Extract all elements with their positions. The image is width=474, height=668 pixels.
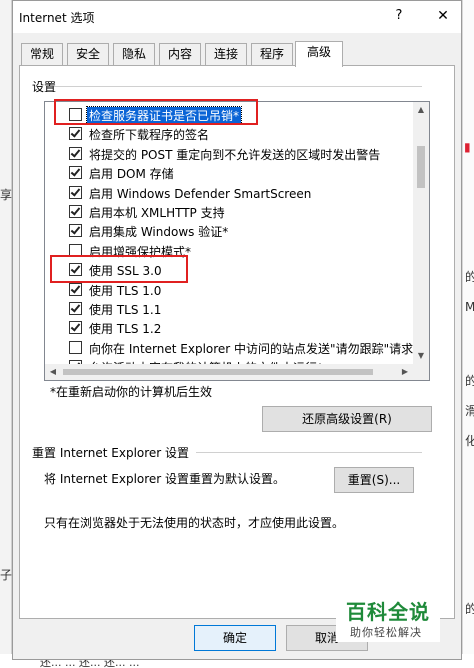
- checkbox-checked-icon[interactable]: [69, 205, 82, 218]
- setting-label: 启用 DOM 存储: [89, 167, 174, 182]
- setting-row[interactable]: 向你在 Internet Explorer 中访问的站点发送"请勿跟踪"请求*: [65, 338, 419, 357]
- setting-label: 启用集成 Windows 验证*: [89, 225, 229, 240]
- scrollbar-corner: [413, 364, 429, 380]
- horizontal-scroll-thumb[interactable]: [63, 369, 373, 375]
- checkbox-unchecked-icon[interactable]: [69, 243, 82, 257]
- setting-row[interactable]: 启用本机 XMLHTTP 支持: [65, 202, 405, 221]
- setting-row[interactable]: 将提交的 POST 重定向到不允许发送的区域时发出警告: [65, 144, 405, 163]
- background-text: 的: [465, 602, 474, 616]
- title-bar[interactable]: Internet 选项 ? ✕: [13, 1, 461, 33]
- setting-row[interactable]: 启用 DOM 存储: [65, 163, 405, 182]
- checkmark-icon: [70, 147, 81, 158]
- checkmark-icon: [70, 186, 81, 197]
- background-text: 子: [0, 568, 13, 582]
- checkbox-checked-icon[interactable]: [69, 146, 82, 160]
- restore-advanced-settings-button[interactable]: 还原高级设置(R): [262, 406, 432, 432]
- scroll-down-icon[interactable]: ▼: [413, 348, 429, 364]
- setting-label: 将提交的 POST 重定向到不允许发送的区域时发出警告: [89, 147, 381, 162]
- checkbox-checked-icon[interactable]: [69, 302, 82, 315]
- setting-label: 使用 TLS 1.2: [89, 322, 162, 337]
- settings-group-label: 设置: [32, 80, 57, 94]
- checkbox-checked-icon[interactable]: [69, 224, 82, 238]
- vertical-scroll-thumb[interactable]: [417, 146, 425, 188]
- setting-row[interactable]: 启用增强保护模式*: [65, 241, 405, 260]
- reset-section-divider: [196, 452, 422, 453]
- background-window-left: 享 子: [0, 0, 12, 668]
- setting-row[interactable]: 使用 SSL 3.0: [65, 260, 405, 279]
- setting-label: 启用本机 XMLHTTP 支持: [89, 206, 225, 220]
- reset-section-label: 重置 Internet Explorer 设置: [32, 446, 190, 460]
- setting-row[interactable]: 使用 TLS 1.0: [65, 280, 405, 299]
- close-button[interactable]: ✕: [431, 5, 455, 27]
- background-text: 的: [465, 374, 474, 388]
- tab-general[interactable]: 常规: [21, 43, 63, 65]
- setting-label: 启用 Windows Defender SmartScreen: [89, 186, 312, 201]
- horizontal-scrollbar[interactable]: ◀ ▶: [45, 364, 413, 380]
- background-window-right: ▮ 的 M 的 滑 化 的: [462, 0, 474, 668]
- scroll-right-icon[interactable]: ▶: [397, 364, 413, 380]
- background-text: 的: [465, 270, 474, 284]
- setting-row[interactable]: 检查所下载程序的签名: [65, 124, 405, 143]
- setting-label: 使用 SSL 3.0: [89, 264, 162, 279]
- checkbox-checked-icon[interactable]: [69, 166, 82, 180]
- checkbox-unchecked-icon[interactable]: [69, 340, 82, 354]
- setting-label: 检查服务器证书是否已吊销*: [85, 106, 243, 125]
- tab-privacy[interactable]: 隐私: [113, 43, 155, 65]
- advanced-settings-list[interactable]: 检查服务器证书是否已吊销* 检查所下载程序的签名将提交的 POST 重定向到不允许…: [44, 101, 430, 381]
- checkbox-checked-icon[interactable]: [69, 282, 82, 296]
- setting-label: 向你在 Internet Explorer 中访问的站点发送"请勿跟踪"请求*: [89, 341, 420, 356]
- window-title: Internet 选项: [19, 11, 95, 25]
- checkbox-checked-icon[interactable]: [69, 321, 82, 335]
- tab-content[interactable]: 内容: [159, 43, 201, 65]
- help-button[interactable]: ?: [387, 5, 411, 27]
- tab-programs[interactable]: 程序: [251, 43, 293, 65]
- checkbox-checked-icon[interactable]: [69, 263, 82, 277]
- settings-group-divider: [54, 86, 422, 87]
- tab-security[interactable]: 安全: [67, 43, 109, 65]
- setting-row[interactable]: 使用 TLS 1.2: [65, 318, 405, 337]
- watermark-title: 百科全说: [346, 600, 430, 624]
- setting-row[interactable]: 启用 Windows Defender SmartScreen: [65, 183, 405, 202]
- setting-label: 使用 TLS 1.1: [89, 303, 162, 317]
- checkmark-icon: [70, 302, 81, 313]
- tab-connections[interactable]: 连接: [205, 43, 247, 65]
- background-text: 滑: [465, 404, 474, 418]
- reset-hint: 只有在浏览器处于无法使用的状态时，才应使用此设置。: [44, 516, 345, 530]
- scroll-left-icon[interactable]: ◀: [45, 364, 61, 380]
- setting-label: 使用 TLS 1.0: [89, 283, 162, 298]
- tab-advanced[interactable]: 高级: [295, 41, 343, 67]
- setting-row[interactable]: 使用 TLS 1.1: [65, 299, 405, 318]
- vertical-scrollbar[interactable]: ▲ ▼: [413, 102, 429, 364]
- tab-strip: 常规 安全 隐私 内容 连接 程序 高级: [19, 41, 455, 67]
- reset-description: 将 Internet Explorer 设置重置为默认设置。: [44, 472, 286, 486]
- checkbox-checked-icon[interactable]: [69, 185, 82, 199]
- checkbox-checked-icon[interactable]: [69, 127, 82, 141]
- background-text: 享: [0, 188, 13, 202]
- setting-label: 检查所下载程序的签名: [89, 128, 210, 143]
- checkmark-icon: [70, 263, 81, 274]
- watermark-logo: 百科全说 助你轻松解决: [336, 588, 440, 642]
- setting-row[interactable]: 启用集成 Windows 验证*: [65, 221, 405, 240]
- setting-label: 启用增强保护模式*: [89, 244, 192, 259]
- checkbox-unchecked-icon[interactable]: [69, 108, 82, 121]
- background-text: M: [465, 300, 474, 314]
- background-text: 化: [465, 434, 474, 448]
- checkmark-icon: [70, 166, 81, 177]
- checkmark-icon: [70, 321, 81, 332]
- checkmark-icon: [70, 127, 81, 138]
- restart-note: *在重新启动你的计算机后生效: [50, 385, 213, 399]
- ok-button[interactable]: 确定: [194, 625, 276, 651]
- reset-button[interactable]: 重置(S)...: [334, 467, 414, 493]
- checkmark-icon: [70, 224, 81, 235]
- setting-row[interactable]: 检查服务器证书是否已吊销*: [65, 105, 405, 125]
- background-accent-mark: ▮: [464, 140, 471, 154]
- scroll-up-icon[interactable]: ▲: [413, 102, 429, 118]
- checkmark-icon: [70, 283, 81, 294]
- checkmark-icon: [70, 205, 81, 216]
- watermark-subtitle: 助你轻松解决: [350, 626, 422, 639]
